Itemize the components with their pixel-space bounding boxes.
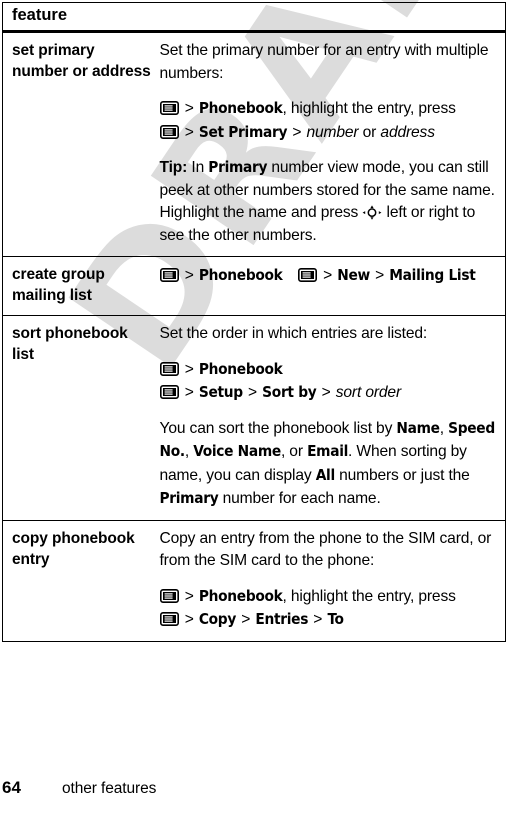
menu-key-icon [159, 361, 179, 376]
navigation-key-icon [362, 205, 382, 220]
separator-gt: > [184, 267, 194, 284]
ui-term: Phonebook [198, 266, 283, 284]
ui-term: Phonebook [198, 359, 283, 378]
feature-desc-cell: Set the order in which entries are liste… [159, 315, 506, 521]
desc-paragraph: You can sort the phonebook list by Name,… [160, 417, 498, 511]
separator-gt: > [375, 267, 385, 284]
menu-key-icon [159, 124, 179, 139]
manual-page: feature set primary number or address Se… [0, 0, 508, 815]
separator-gt: > [313, 611, 323, 628]
separator-gt: > [184, 360, 194, 378]
placeholder-term: number [306, 123, 359, 141]
placeholder-term: address [380, 123, 435, 141]
tip-text: In [191, 159, 205, 176]
desc-text: number for each name. [222, 490, 381, 507]
step-line: > Copy > Entries > To [159, 608, 498, 632]
ui-term: Name [396, 418, 440, 437]
desc-paragraph: Set the order in which entries are liste… [159, 325, 428, 342]
feature-table: feature set primary number or address Se… [2, 2, 506, 642]
separator-gt: > [184, 587, 194, 605]
menu-key-icon [159, 101, 179, 115]
ui-term: Phonebook [198, 99, 283, 117]
separator-gt: > [292, 123, 302, 141]
table-header-label: feature [12, 6, 68, 24]
step-line: > Phonebook [159, 358, 498, 382]
menu-key-icon [159, 385, 179, 399]
menu-key-icon [159, 612, 179, 626]
step-line: > Set Primary > number or address [159, 121, 498, 145]
desc-paragraph: Set the primary number for an entry with… [159, 42, 489, 82]
ui-term: Primary [159, 489, 219, 507]
tip-label: Tip: [159, 159, 188, 176]
ui-term: Phonebook [198, 586, 283, 605]
step-line: > Phonebook, highlight the entry, press [159, 97, 498, 121]
page-number: 64 [2, 778, 21, 797]
menu-key-icon [159, 268, 179, 282]
desc-text: , [439, 419, 444, 437]
desc-text: numbers or just the [339, 466, 470, 484]
table-row: copy phonebook entry Copy an entry from … [2, 520, 506, 642]
table-row: create group mailing list > Phonebook > … [2, 256, 506, 316]
separator-gt: > [323, 267, 333, 284]
separator-gt: > [241, 611, 251, 628]
separator-gt: > [321, 384, 331, 401]
desc-text: , [184, 443, 189, 460]
ui-term: Entries [255, 610, 309, 628]
ui-term: Copy [198, 610, 237, 628]
feature-description: > Phonebook > New > Mailing List [159, 264, 498, 288]
placeholder-term: sort order [335, 384, 401, 401]
table-row: set primary number or address Set the pr… [2, 31, 506, 257]
feature-term: copy phonebook entry [12, 529, 135, 568]
feature-desc-cell: Copy an entry from the phone to the SIM … [159, 520, 506, 642]
step-text: , highlight the entry, press [282, 587, 456, 605]
tip-paragraph: Tip: In Primary number view mode, you ca… [160, 156, 498, 247]
feature-term-cell: create group mailing list [2, 256, 160, 316]
feature-desc-cell: Set the primary number for an entry with… [159, 31, 506, 257]
desc-text: You can sort the phonebook list by [159, 419, 393, 437]
feature-term: set primary number or address [12, 42, 151, 80]
table-row: sort phonebook list Set the order in whi… [2, 315, 506, 521]
ui-term: All [315, 465, 335, 484]
page-footer: 64 other features [2, 778, 156, 798]
desc-paragraph: Copy an entry from the phone to the SIM … [159, 529, 492, 570]
step-line: > Phonebook [159, 264, 498, 288]
ui-term: New [337, 266, 370, 284]
feature-desc-cell: > Phonebook > New > Mailing List [159, 256, 506, 316]
menu-key-icon [159, 588, 179, 603]
feature-term-cell: sort phonebook list [2, 315, 160, 521]
feature-term-cell: set primary number or address [2, 31, 160, 257]
ui-term: Sort by [262, 383, 317, 401]
feature-term-cell: copy phonebook entry [2, 520, 160, 642]
separator-gt: > [184, 384, 194, 401]
ui-term: Primary [208, 158, 268, 176]
separator-gt: > [184, 100, 194, 117]
separator-gt: > [184, 123, 194, 141]
ui-term: To [327, 610, 344, 628]
ui-term: Voice Name [193, 442, 281, 460]
separator-gt: > [184, 611, 194, 628]
feature-term: sort phonebook list [12, 325, 128, 363]
separator-gt: > [248, 384, 257, 401]
step-text: , highlight the entry, press [282, 100, 456, 117]
step-text: or [362, 123, 377, 141]
menu-key-icon [297, 268, 317, 282]
feature-description: Set the primary number for an entry with… [160, 40, 498, 247]
table-header-cell: feature [2, 2, 506, 33]
feature-description: Set the order in which entries are liste… [160, 323, 498, 511]
ui-term: Setup [198, 383, 243, 401]
step-line: > Setup > Sort by > sort order [159, 381, 498, 405]
table-header-row: feature [2, 2, 506, 33]
footer-section-title: other features [62, 780, 157, 797]
step-line: > Phonebook, highlight the entry, press [159, 585, 498, 609]
feature-description: Copy an entry from the phone to the SIM … [160, 528, 498, 632]
ui-term: Mailing List [389, 266, 476, 284]
desc-text: , or [280, 443, 303, 460]
feature-term: create group mailing list [12, 266, 105, 304]
ui-term: Email [307, 442, 349, 460]
ui-term: Set Primary [198, 122, 288, 141]
